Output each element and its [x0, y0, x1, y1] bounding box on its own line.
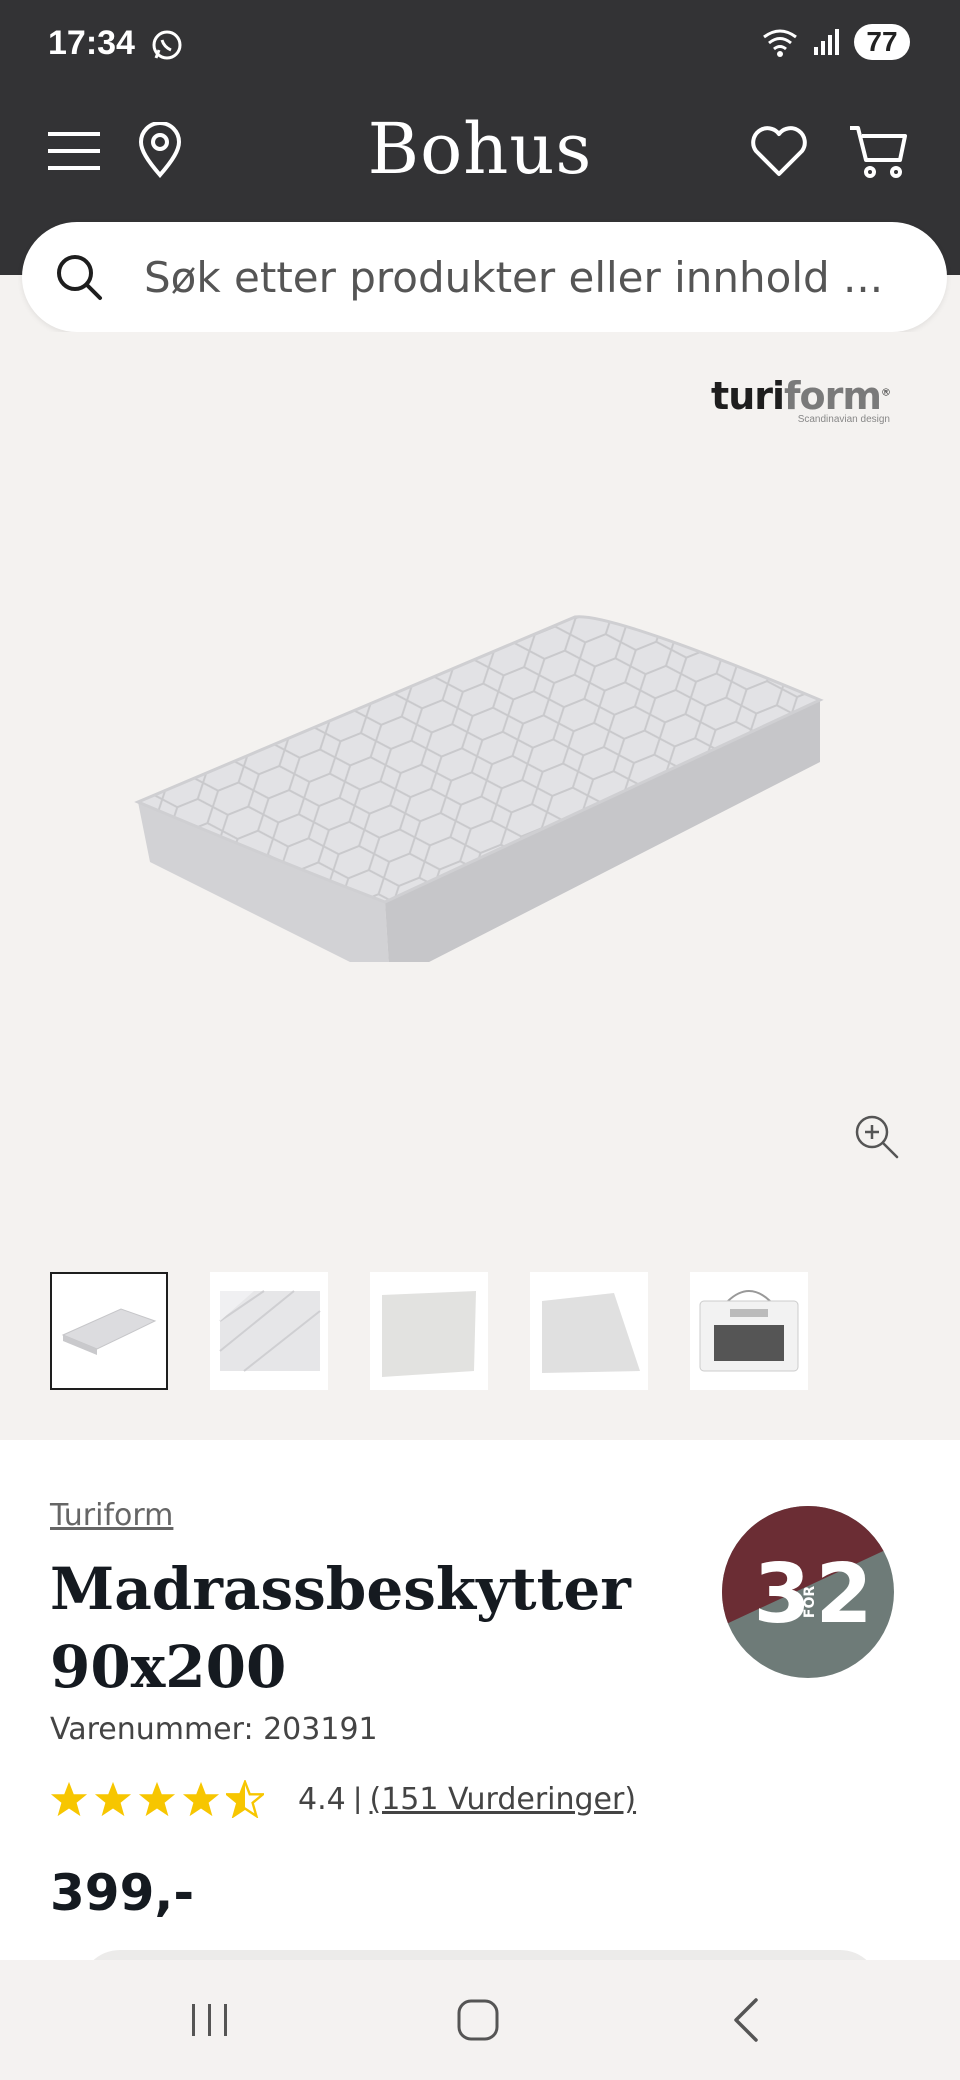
star-full-icon	[94, 1781, 132, 1817]
thumb-mattress-angle[interactable]	[50, 1272, 168, 1390]
heart-icon[interactable]	[750, 126, 808, 178]
rating-value: 4.4	[298, 1781, 346, 1817]
home-icon[interactable]	[448, 1990, 508, 2050]
thumb-packaging[interactable]	[690, 1272, 808, 1390]
thumb-image	[542, 1293, 640, 1373]
star-full-icon	[182, 1781, 220, 1817]
product-price: 399,-	[50, 1864, 195, 1922]
site-logo[interactable]: Bohus	[0, 108, 960, 190]
product-title: Madrassbeskytter 90x200	[50, 1555, 631, 1701]
cart-icon[interactable]	[848, 124, 908, 180]
battery-icon: 77	[854, 24, 910, 60]
thumb-mattress-corner[interactable]	[210, 1272, 328, 1390]
recent-apps-icon[interactable]	[180, 1990, 240, 2050]
product-gallery: turiform® Scandinavian design	[0, 332, 960, 1440]
thumb-mattress-top[interactable]	[530, 1272, 648, 1390]
search-input[interactable]	[144, 252, 904, 302]
thumb-image	[382, 1291, 476, 1377]
thumbnail-strip	[50, 1272, 808, 1390]
thumb-mattress-flat[interactable]	[370, 1272, 488, 1390]
promo-3-for-2-badge[interactable]: 3 FOR 2	[722, 1506, 894, 1678]
product-details: Turiform Madrassbeskytter 90x200 Varenum…	[0, 1440, 960, 1960]
search-bar[interactable]	[22, 222, 947, 332]
star-half-icon	[226, 1780, 264, 1818]
thumb-image	[219, 1290, 321, 1372]
brand-logo-dark: turi	[711, 374, 785, 418]
search-icon	[57, 255, 102, 300]
star-full-icon	[138, 1781, 176, 1817]
brand-logo-mark: ®	[881, 387, 891, 399]
thumb-image	[699, 1290, 799, 1372]
wifi-icon	[763, 29, 797, 57]
brand-logo: turiform® Scandinavian design	[711, 374, 891, 425]
promo-second-number: 2	[815, 1547, 872, 1642]
status-time: 17:34	[48, 24, 135, 62]
status-bar: 17:34 77	[0, 0, 960, 90]
signal-icon	[814, 29, 839, 55]
zoom-in-icon[interactable]	[852, 1112, 902, 1162]
rating-row: 4.4 | (151 Vurderinger)	[50, 1780, 636, 1818]
system-nav-bar	[0, 1960, 960, 2080]
product-main-image[interactable]	[130, 602, 830, 962]
rating-separator: |	[353, 1782, 362, 1815]
back-icon[interactable]	[718, 1990, 778, 2050]
brand-logo-grey: form	[784, 374, 882, 418]
brand-link[interactable]: Turiform	[50, 1498, 173, 1533]
star-full-icon	[50, 1781, 88, 1817]
rating-stars	[50, 1780, 264, 1818]
whatsapp-icon	[152, 30, 182, 60]
thumb-image	[61, 1308, 157, 1355]
reviews-link[interactable]: (151 Vurderinger)	[370, 1782, 637, 1817]
status-icons: 77	[760, 24, 910, 60]
product-sku: Varenummer: 203191	[50, 1712, 378, 1747]
